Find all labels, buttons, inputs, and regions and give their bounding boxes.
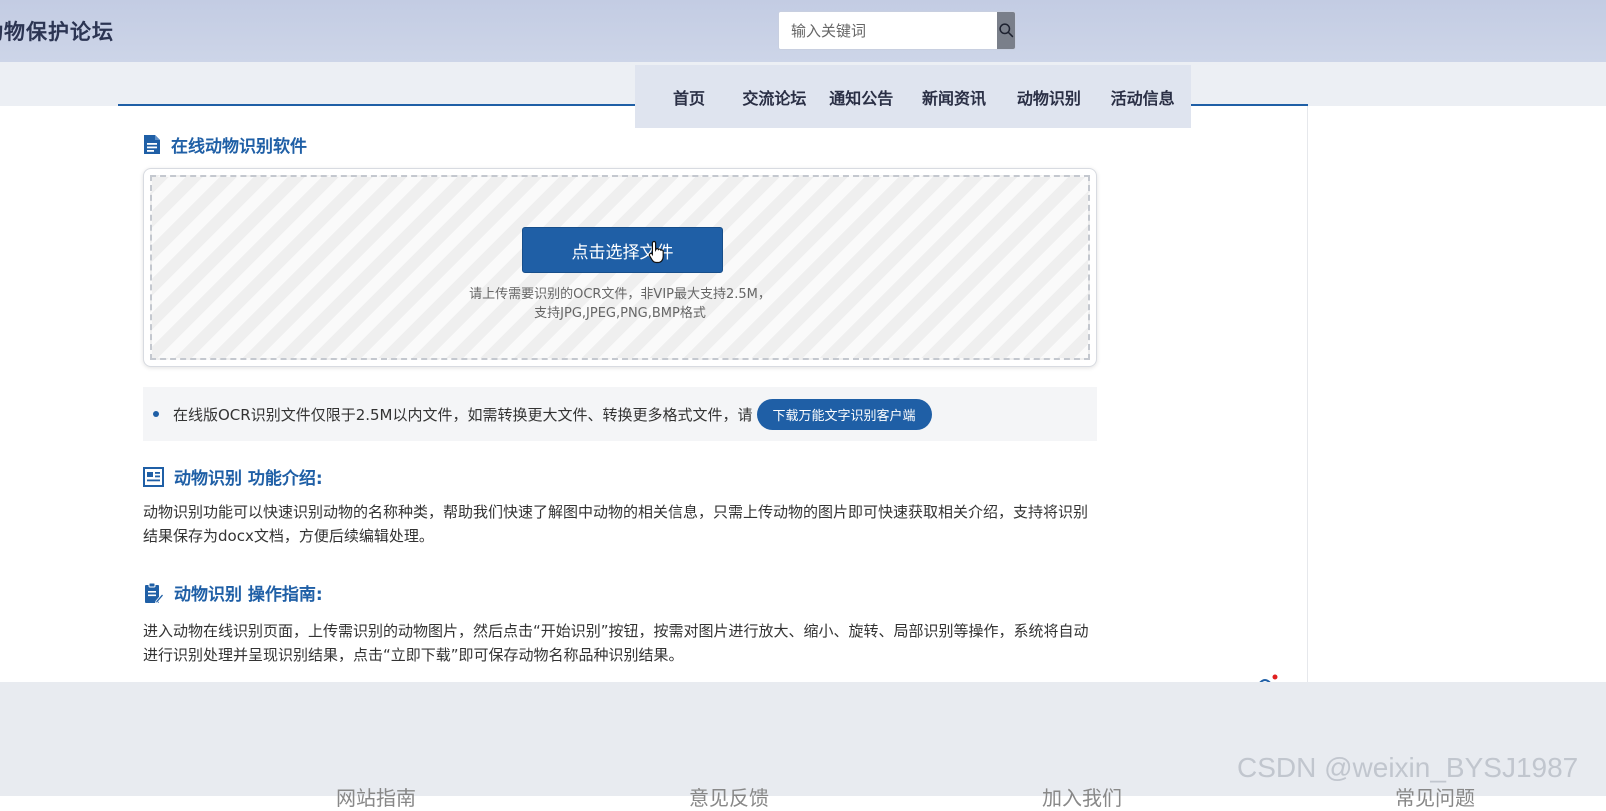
footer-link-site-guide[interactable]: 网站指南 xyxy=(336,782,416,811)
nav-item-animal-recognition[interactable]: 动物识别 xyxy=(1003,85,1094,109)
search-input[interactable] xyxy=(779,12,997,49)
guide-section-header: 动物识别 操作指南: xyxy=(143,580,323,605)
footer-link-join-us[interactable]: 加入我们 xyxy=(1042,782,1122,811)
footer-link-faq[interactable]: 常见问题 xyxy=(1395,782,1475,811)
nav-item-forum[interactable]: 交流论坛 xyxy=(731,85,818,109)
intro-section-title: 动物识别 功能介绍: xyxy=(174,469,323,489)
notice-text: 在线版OCR识别文件仅限于2.5M以内文件，如需转换更大文件、转换更多格式文件，… xyxy=(173,405,753,424)
bullet-dot xyxy=(153,411,159,417)
newspaper-icon xyxy=(143,466,164,487)
hand-pointer-icon xyxy=(648,240,664,264)
intro-body: 动物识别功能可以快速识别动物的名称种类，帮助我们快速了解图中动物的相关信息，只需… xyxy=(143,503,1089,545)
intro-section-header: 动物识别 功能介绍: xyxy=(143,464,323,489)
upload-dropzone[interactable]: 点击选择文件 请上传需要识别的OCR文件，非VIP最大支持2.5M， 支持JPG… xyxy=(143,168,1097,367)
guide-body: 进入动物在线识别页面，上传需识别的动物图片，然后点击“开始识别”按钮，按需对图片… xyxy=(143,622,1089,664)
document-icon xyxy=(144,135,160,154)
main-nav: 首页 交流论坛 通知公告 新闻资讯 动物识别 活动信息 xyxy=(635,65,1191,128)
nav-item-news[interactable]: 新闻资讯 xyxy=(905,85,1004,109)
nav-item-notices[interactable]: 通知公告 xyxy=(818,85,905,109)
upload-hint-line2: 支持JPG,JPEG,PNG,BMP格式 xyxy=(534,306,706,321)
notice-banner: 在线版OCR识别文件仅限于2.5M以内文件，如需转换更大文件、转换更多格式文件，… xyxy=(143,387,1097,441)
choose-file-button[interactable]: 点击选择文件 xyxy=(522,227,723,273)
guide-section-title: 动物识别 操作指南: xyxy=(174,585,323,605)
nav-item-activities[interactable]: 活动信息 xyxy=(1094,85,1191,109)
clipboard-edit-icon xyxy=(145,582,164,604)
search-button[interactable] xyxy=(997,12,1015,49)
watermark: CSDN @weixin_BYSJ1987 xyxy=(1237,752,1579,783)
top-header: 动物保护论坛 xyxy=(0,0,1606,62)
upload-section-title: 在线动物识别软件 xyxy=(171,137,307,157)
download-client-button[interactable]: 下载万能文字识别客户端 xyxy=(756,398,932,430)
site-title[interactable]: 动物保护论坛 xyxy=(0,16,114,46)
nav-item-home[interactable]: 首页 xyxy=(647,85,731,109)
upload-dropzone-inner[interactable]: 点击选择文件 请上传需要识别的OCR文件，非VIP最大支持2.5M， 支持JPG… xyxy=(150,175,1090,360)
search-box xyxy=(778,11,1016,50)
footer-link-feedback[interactable]: 意见反馈 xyxy=(689,782,769,811)
upload-section-header: 在线动物识别软件 xyxy=(143,132,307,157)
upload-hint-line1: 请上传需要识别的OCR文件，非VIP最大支持2.5M， xyxy=(469,287,771,302)
search-icon xyxy=(998,23,1013,38)
